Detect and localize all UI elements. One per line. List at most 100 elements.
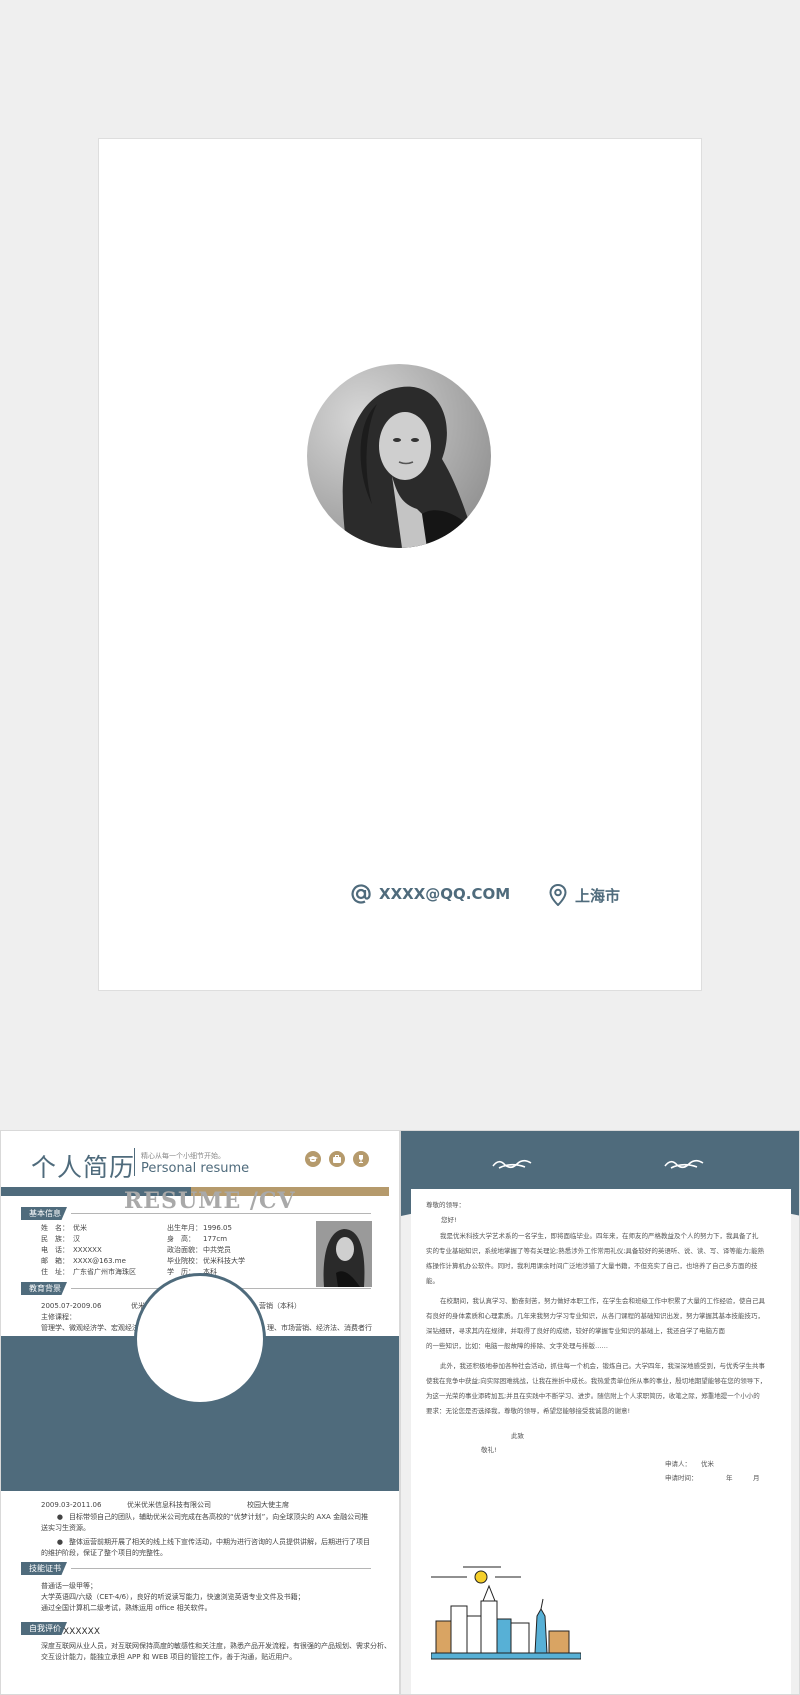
info-row: 民 族： 汉	[41, 1234, 136, 1245]
email-text: XXXX@QQ.COM	[379, 885, 511, 903]
info-row: 住 址： 广东省广州市海珠区	[41, 1267, 136, 1278]
info-key: 毕业院校：	[167, 1257, 202, 1265]
work-period: 2009.03-2011.06	[41, 1501, 102, 1509]
info-value: 汉	[73, 1235, 80, 1243]
info-row: 政治面貌： 中共党员	[167, 1245, 245, 1256]
section-skills: 技能证书	[21, 1562, 371, 1575]
work-bullet-2-text: 整体运营前期开展了相关的线上线下宣传活动，中期为进行咨询的人员提供讲解，后期进行…	[41, 1538, 370, 1557]
cover-page: XXXX@QQ.COM 上海市	[98, 138, 702, 991]
applicant-label: 申请人：	[665, 1460, 691, 1468]
section-rule	[71, 1568, 371, 1569]
edu-major: 营销（本科）	[259, 1302, 301, 1310]
letter-closing-2: 敬礼!	[481, 1446, 497, 1454]
section-self-tag: 自我评价	[21, 1622, 67, 1635]
info-value: 优米	[73, 1224, 87, 1232]
letter-line: 深钻细研，寻求其内在规律，并取得了良好的成绩，较好的掌握专业知识的基础上，我还自…	[426, 1327, 725, 1335]
info-value: 中共党员	[203, 1246, 231, 1254]
edu-course: 管理学、微观经济学、宏观经济	[41, 1324, 139, 1332]
letter-line: 在校期间，我认真学习、勤奋刻苦，努力做好本职工作，在学生会和班级工作中积累了大量…	[440, 1297, 765, 1305]
cover-avatar-photo	[307, 364, 491, 548]
letter-paragraph-3: 此外，我还积极地参加各种社会活动，抓住每一个机会，锻炼自己。大学四年，我深深地感…	[426, 1359, 786, 1419]
info-row: 毕业院校： 优米科技大学	[167, 1256, 245, 1267]
info-value: 优米科技大学	[203, 1257, 245, 1265]
letter-line: 为这一光荣的事业添砖加瓦;并且在实践中不断学习、进步。随信附上个人求职简历，收笔…	[426, 1392, 760, 1400]
basic-info-right: 出生年月： 1996.05 身 高： 177cm 政治面貌： 中共党员 毕业院校： 优米…	[167, 1223, 245, 1278]
letter-greeting: 尊敬的领导：	[426, 1201, 465, 1209]
letter-line: 有良好的身体素质和心理素质。几年来我努力学习专业知识，从各门课程的基础知识出发，…	[426, 1312, 764, 1320]
letter-hello: 您好!	[441, 1216, 457, 1224]
work-role: 校园大使主席	[247, 1501, 289, 1509]
info-key: 住 址：	[41, 1268, 69, 1276]
resume-page: 个人简历 精心从每一个小细节开始。 Personal resume RESUME…	[0, 1130, 400, 1695]
title-divider	[134, 1148, 135, 1176]
info-row: 邮 箱： XXXX@163.me	[41, 1256, 136, 1267]
date-month: 月	[753, 1474, 760, 1482]
section-rule	[71, 1213, 371, 1214]
section-self: 自我评价	[21, 1622, 67, 1635]
self-line-1: 深度互联网从业人员，对互联网保持高度的敏感性和关注度，熟悉产品开发流程，有很强的…	[41, 1642, 391, 1650]
info-value: XXXXXX	[73, 1246, 102, 1254]
work-bullet-1-text: 目标带领自己的团队，辅助优米公司完成在各高校的“优梦计划”，向全球顶尖的 AXA…	[41, 1513, 369, 1532]
graduation-cap-icon	[305, 1151, 321, 1167]
letter-line: 使我在竞争中获益;向实际困难挑战，让我在挫折中成长。我热爱贵单位所从事的事业，殷…	[426, 1377, 767, 1385]
info-value: 广东省广州市海珠区	[73, 1268, 136, 1276]
letter-line: 练操作计算机办公软件。同时，我利用课余时间广泛地涉猎了大量书籍，不但充实了自己，…	[426, 1262, 758, 1270]
skill-line-1: 普通话一级甲等；	[41, 1582, 97, 1590]
swirl-ornament-icon	[491, 1156, 535, 1176]
swirl-ornament-icon	[663, 1156, 707, 1176]
section-basic-info: 基本信息	[21, 1207, 371, 1220]
resume-title: 个人简历	[31, 1153, 136, 1182]
at-icon	[351, 884, 371, 904]
letter-closing-1: 此致	[511, 1432, 524, 1440]
info-key: 姓 名：	[41, 1224, 69, 1232]
self-mark: XXXXXX	[63, 1627, 100, 1637]
overlay-circle	[134, 1273, 266, 1405]
self-line-2: 交互设计能力，能独立承担 APP 和 WEB 项目的管控工作，善于沟通，贴近用户…	[41, 1653, 297, 1661]
section-basic-tag: 基本信息	[21, 1207, 67, 1220]
letter-line: 实的专业基础知识，系统地掌握了等有关理论;熟悉涉外工作常用礼仪;具备较好的英语听…	[426, 1247, 765, 1255]
resume-subtitle: Personal resume	[141, 1161, 250, 1176]
info-row: 姓 名： 优米	[41, 1223, 136, 1234]
info-row: 出生年月： 1996.05	[167, 1223, 245, 1234]
cover-letter-page: 尊敬的领导： 您好! 我是优米科技大学艺术系的一名学生，即将面临毕业。四年来，在…	[400, 1130, 800, 1695]
info-row: 身 高： 177cm	[167, 1234, 245, 1245]
section-education-tag: 教育背景	[21, 1282, 67, 1295]
info-key: 邮 箱：	[41, 1257, 69, 1265]
edu-period: 2005.07-2009.06	[41, 1302, 102, 1310]
info-value: 177cm	[203, 1235, 228, 1243]
info-key: 政治面貌：	[167, 1246, 202, 1254]
info-value: 1996.05	[203, 1224, 232, 1232]
letter-line: 能。	[426, 1277, 439, 1285]
date-label: 申请时间：	[665, 1474, 698, 1482]
briefcase-icon	[329, 1151, 345, 1167]
work-bullet-1: ● 目标带领自己的团队，辅助优米公司完成在各高校的“优梦计划”，向全球顶尖的 AX…	[41, 1512, 373, 1534]
resume-slogan: 精心从每一个小细节开始。	[141, 1152, 225, 1160]
edu-course-label: 主修课程：	[41, 1313, 76, 1321]
bullet-dot: ●	[56, 1538, 63, 1546]
info-row: 电 话： XXXXXX	[41, 1245, 136, 1256]
skill-line-2: 大学英语四/六级（CET-4/6），良好的听说读写能力，快速浏览英语专业文件及书…	[41, 1593, 305, 1601]
skill-line-3: 通过全国计算机二级考试，熟练运用 office 相关软件。	[41, 1604, 212, 1612]
location-text: 上海市	[575, 886, 621, 905]
info-key: 电 话：	[41, 1246, 69, 1254]
letter-line: 要求：无论您是否选择我，尊敬的领导，希望您能够接受我诚恳的谢意!	[426, 1407, 631, 1415]
resume-photo	[316, 1221, 372, 1287]
info-key: 身 高：	[167, 1235, 195, 1243]
resume-icon-group	[305, 1151, 369, 1167]
letter-paragraph-1: 我是优米科技大学艺术系的一名学生，即将面临毕业。四年来，在师友的严格教益及个人的…	[426, 1229, 786, 1289]
letter-line: 我是优米科技大学艺术系的一名学生，即将面临毕业。四年来，在师友的严格教益及个人的…	[440, 1232, 759, 1240]
section-skills-tag: 技能证书	[21, 1562, 67, 1575]
work-company: 优米优米信息科技有限公司	[127, 1501, 211, 1509]
trophy-icon	[353, 1151, 369, 1167]
date-year: 年	[726, 1474, 733, 1482]
city-skyline-illustration	[430, 1561, 582, 1665]
info-key: 民 族：	[41, 1235, 69, 1243]
info-value: XXXX@163.me	[73, 1257, 126, 1265]
contact-location: 上海市	[549, 884, 620, 906]
info-key: 出生年月：	[167, 1224, 202, 1232]
basic-info-left: 姓 名： 优米 民 族：汉 电 话： XXXXXX 邮 箱： XXXX@163.me …	[41, 1223, 136, 1278]
letter-paragraph-2: 在校期间，我认真学习、勤奋刻苦，努力做好本职工作，在学生会和班级工作中积累了大量…	[426, 1294, 786, 1354]
applicant-name: 优米	[701, 1460, 714, 1468]
bullet-dot: ●	[56, 1513, 63, 1521]
letter-line: 的一些知识，比如：电脑一般故障的排除、文字处理与排版……	[426, 1342, 608, 1350]
